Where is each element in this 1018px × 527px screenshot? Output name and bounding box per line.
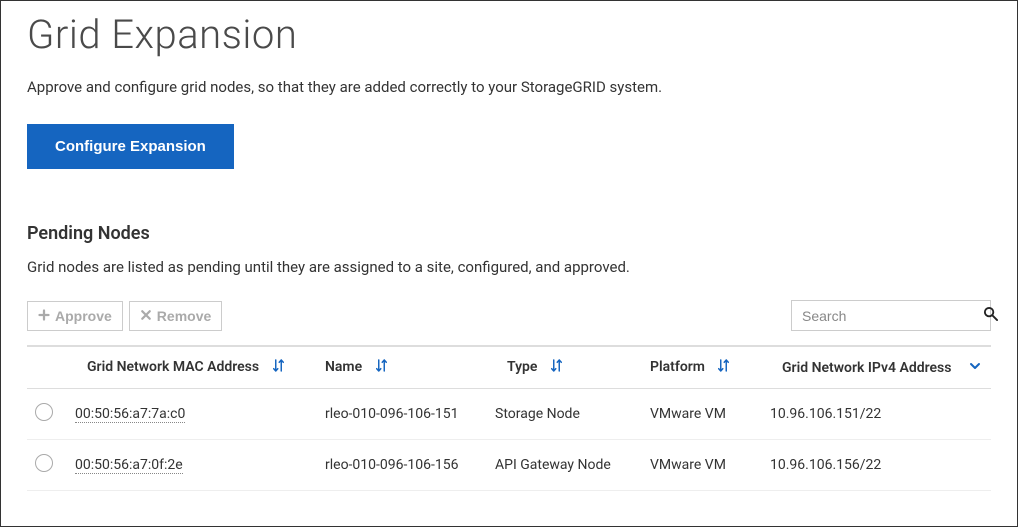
chevron-down-icon — [969, 360, 981, 376]
col-platform-label: Platform — [650, 359, 705, 375]
cell-name: rleo-010-096-106-156 — [317, 440, 487, 491]
sort-icon — [551, 359, 562, 376]
approve-button[interactable]: Approve — [27, 301, 123, 331]
search-box[interactable] — [791, 300, 991, 331]
col-name[interactable]: Name — [317, 346, 487, 389]
pending-nodes-heading: Pending Nodes — [27, 223, 991, 244]
cell-mac: 00:50:56:a7:7a:c0 — [75, 406, 185, 423]
configure-expansion-button[interactable]: Configure Expansion — [27, 124, 234, 169]
col-select — [27, 346, 67, 389]
pending-toolbar: Approve Remove — [27, 300, 991, 331]
plus-icon — [38, 308, 50, 324]
page-description: Approve and configure grid nodes, so tha… — [27, 78, 991, 96]
cell-ip: 10.96.106.156/22 — [762, 440, 991, 491]
close-icon — [140, 308, 152, 324]
row-radio[interactable] — [35, 454, 53, 472]
col-type-label: Type — [507, 359, 537, 375]
sort-icon — [376, 359, 387, 376]
col-mac-label: Grid Network MAC Address — [87, 359, 259, 375]
action-button-group: Approve Remove — [27, 301, 222, 331]
col-name-label: Name — [325, 359, 362, 375]
cell-type: API Gateway Node — [487, 440, 642, 491]
sort-icon — [273, 359, 284, 376]
cell-name: rleo-010-096-106-151 — [317, 389, 487, 440]
page-title: Grid Expansion — [27, 11, 991, 58]
table-row: 00:50:56:a7:7a:c0 rleo-010-096-106-151 S… — [27, 389, 991, 440]
cell-platform: VMware VM — [642, 389, 762, 440]
approve-label: Approve — [55, 308, 112, 324]
col-expand[interactable] — [961, 346, 991, 389]
row-radio[interactable] — [35, 403, 53, 421]
search-input[interactable] — [802, 308, 983, 324]
pending-nodes-table: Grid Network MAC Address Name Type Platf… — [27, 345, 991, 491]
table-header-row: Grid Network MAC Address Name Type Platf… — [27, 346, 991, 389]
col-ip-label: Grid Network IPv4 Address — [782, 360, 951, 376]
col-platform[interactable]: Platform — [642, 346, 762, 389]
remove-button[interactable]: Remove — [129, 301, 222, 331]
cell-ip: 10.96.106.151/22 — [762, 389, 991, 440]
search-icon — [983, 306, 998, 325]
table-row: 00:50:56:a7:0f:2e rleo-010-096-106-156 A… — [27, 440, 991, 491]
cell-platform: VMware VM — [642, 440, 762, 491]
col-type[interactable]: Type — [487, 346, 642, 389]
col-ip[interactable]: Grid Network IPv4 Address — [762, 346, 961, 389]
cell-mac: 00:50:56:a7:0f:2e — [75, 457, 183, 474]
cell-type: Storage Node — [487, 389, 642, 440]
remove-label: Remove — [157, 308, 211, 324]
sort-icon — [718, 359, 729, 376]
pending-nodes-description: Grid nodes are listed as pending until t… — [27, 258, 991, 276]
col-mac[interactable]: Grid Network MAC Address — [67, 346, 317, 389]
